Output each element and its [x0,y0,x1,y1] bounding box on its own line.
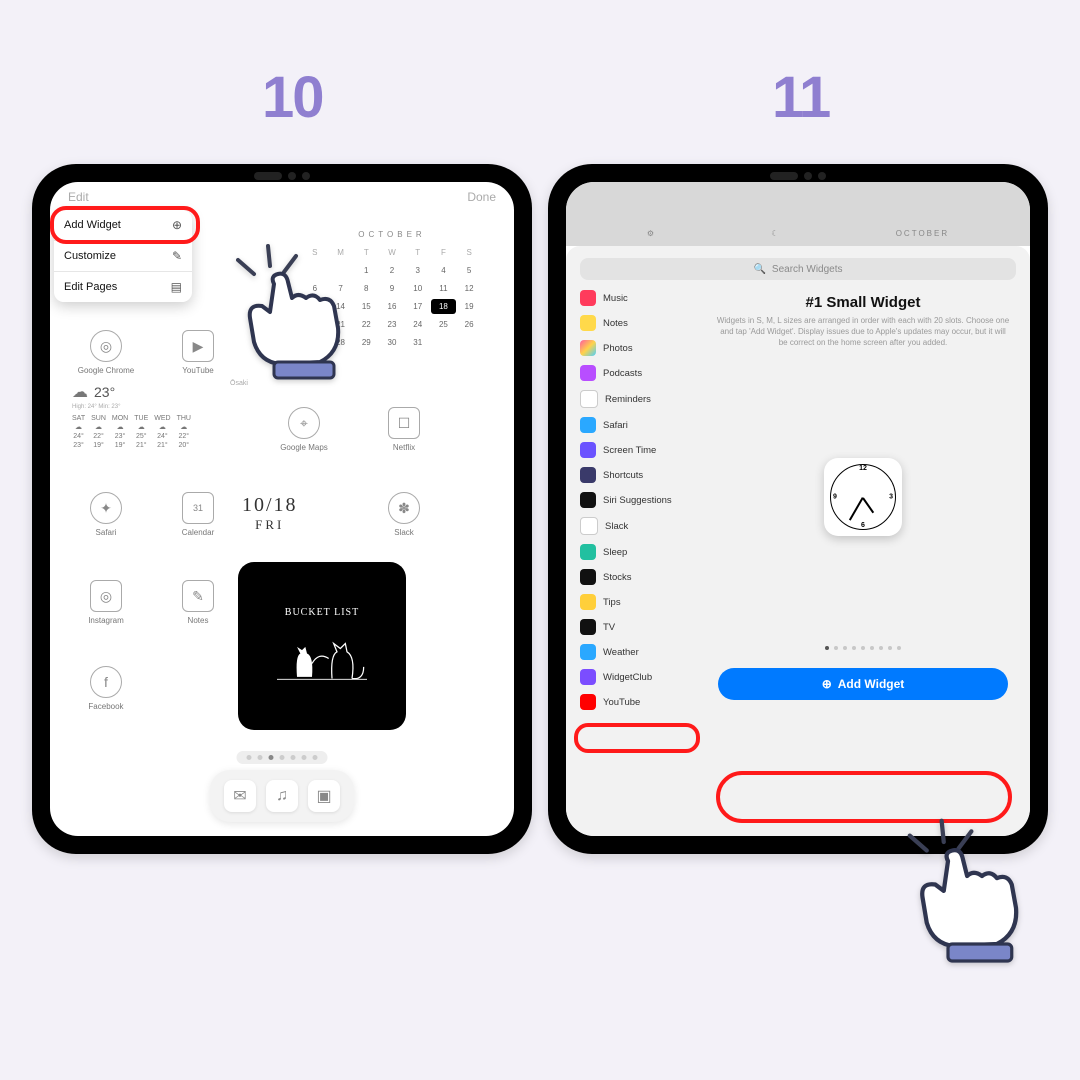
add-widget-button[interactable]: ⊕ Add Widget [718,668,1008,700]
menu-customize[interactable]: Customize ✎ [54,240,192,271]
app-calendar-label: Calendar [182,528,214,537]
step-11-label: 11 [772,64,829,131]
context-menu: Add Widget ⊕ Customize ✎ Edit Pages ▤ [54,210,192,302]
weather-temp: 23° [94,384,115,400]
tap-hand-icon [210,234,370,394]
ipad-step11: ⚙︎☾OCTOBER 🔍 Search Widgets Music Notes Ph… [548,164,1048,854]
app-netflix[interactable]: ☐Netflix [366,407,442,452]
sidebar-item-tv[interactable]: TV [580,619,700,635]
app-calendar[interactable]: 31Calendar [160,492,236,537]
search-icon: 🔍 [753,264,765,275]
widget-app-list: Music Notes Photos Podcasts Reminders Safari S… [580,288,700,832]
widget-title: #1 Small Widget [710,294,1016,311]
edit-pages-icon: ▤ [171,280,182,294]
app-safari-label: Safari [96,528,117,537]
menu-add-widget-label: Add Widget [64,219,121,231]
widget-page-dots[interactable] [710,646,1016,650]
sidebar-item-safari[interactable]: Safari [580,417,700,433]
customize-icon: ✎ [172,249,182,263]
dock-mail-icon[interactable]: ✉︎ [224,780,256,812]
menu-edit-pages-label: Edit Pages [64,281,117,293]
sidebar-item-notes[interactable]: Notes [580,315,700,331]
app-instagram[interactable]: ◎Instagram [68,580,144,625]
sidebar-item-sleep[interactable]: Sleep [580,544,700,560]
app-chrome[interactable]: ◎Google Chrome [68,330,144,375]
dock-music-icon[interactable]: ♫ [266,780,298,812]
menu-edit-pages[interactable]: Edit Pages ▤ [54,271,192,302]
peek-month: OCTOBER [896,229,949,238]
sidebar-item-siri-suggestions[interactable]: Siri Suggestions [580,492,700,508]
sidebar-item-youtube[interactable]: YouTube [580,694,700,710]
tap-hand-icon [880,808,1050,978]
add-widget-icon: ⊕ [172,218,182,232]
app-facebook[interactable]: fFacebook [68,666,144,711]
widget-detail: #1 Small Widget Widgets in S, M, L sizes… [710,288,1016,832]
widget-sheet: 🔍 Search Widgets Music Notes Photos Podcast… [566,246,1030,836]
sidebar-item-screen-time[interactable]: Screen Time [580,442,700,458]
page-indicator[interactable] [237,751,328,764]
dock-photos-icon[interactable]: ▣ [308,780,340,812]
date-widget-weekday: FRI [242,517,298,533]
menu-customize-label: Customize [64,250,116,262]
plus-icon: ⊕ [822,677,832,691]
sidebar-item-music[interactable]: Music [580,290,700,306]
menu-add-widget[interactable]: Add Widget ⊕ [54,210,192,240]
app-slack-label: Slack [394,528,414,537]
cats-illustration-icon [272,626,372,686]
app-facebook-label: Facebook [88,702,123,711]
step-10-label: 10 [262,64,323,131]
app-youtube-label: YouTube [182,366,213,375]
add-widget-button-label: Add Widget [838,677,905,691]
app-notes[interactable]: ✎Notes [160,580,236,625]
weather-hilo: High: 24° Min: 23° [72,404,191,410]
sidebar-item-podcasts[interactable]: Podcasts [580,365,700,381]
dimmed-background: ⚙︎☾OCTOBER [566,182,1030,246]
sidebar-item-photos[interactable]: Photos [580,340,700,356]
nav-done[interactable]: Done [467,190,496,204]
search-widgets-input[interactable]: 🔍 Search Widgets [580,258,1016,280]
nav-edit[interactable]: Edit [68,190,89,204]
date-widget-date: 10/18 [242,494,298,517]
date-widget[interactable]: 10/18 FRI [242,494,298,533]
app-maps-label: Google Maps [280,443,328,452]
sidebar-item-tips[interactable]: Tips [580,594,700,610]
app-safari[interactable]: ✦Safari [68,492,144,537]
bucketlist-widget[interactable]: BUCKET LIST [238,562,406,730]
app-notes-label: Notes [188,616,209,625]
app-maps[interactable]: ⌖Google Maps [266,407,342,452]
sidebar-item-shortcuts[interactable]: Shortcuts [580,467,700,483]
app-instagram-label: Instagram [88,616,124,625]
app-chrome-label: Google Chrome [78,366,134,375]
sidebar-item-slack[interactable]: Slack [580,517,700,535]
app-slack[interactable]: ✽Slack [366,492,442,537]
sidebar-item-reminders[interactable]: Reminders [580,390,700,408]
search-placeholder: Search Widgets [772,264,843,275]
weather-widget[interactable]: Ōsaki ☁︎ 23° High: 24° Min: 23° SAT☁︎24°… [72,382,191,450]
sidebar-item-stocks[interactable]: Stocks [580,569,700,585]
sidebar-item-weather[interactable]: Weather [580,644,700,660]
dock: ✉︎ ♫ ▣ [210,770,354,822]
clock-widget-preview[interactable]: 12 3 6 9 [824,458,902,536]
bucketlist-title: BUCKET LIST [285,607,359,618]
app-netflix-label: Netflix [393,443,415,452]
sidebar-item-widgetclub[interactable]: WidgetClub [580,669,700,685]
widget-subtitle: Widgets in S, M, L sizes are arranged in… [716,316,1010,348]
